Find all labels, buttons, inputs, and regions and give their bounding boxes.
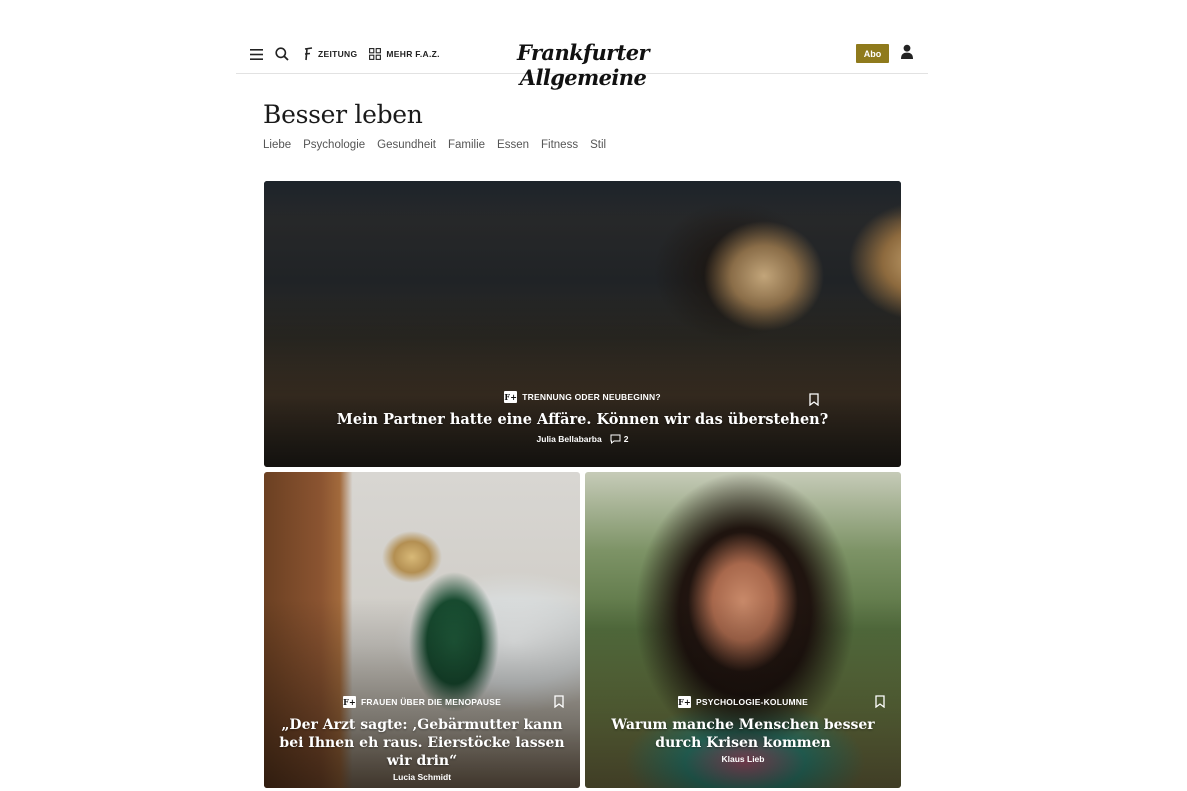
article-card-psychologie[interactable]: F+ PSYCHOLOGIE-KOLUMNE Warum manche Mens…: [585, 472, 901, 788]
bookmark-icon[interactable]: [809, 393, 819, 411]
subnav-item-essen[interactable]: Essen: [497, 139, 529, 151]
article-headline[interactable]: Mein Partner hatte eine Affäre. Können w…: [264, 411, 901, 428]
article-kicker: F+ FRAUEN ÜBER DIE MENOPAUSE: [274, 696, 570, 708]
mehr-label: MEHR F.A.Z.: [386, 49, 440, 59]
subnav-item-liebe[interactable]: Liebe: [263, 139, 291, 151]
zeitung-label: ZEITUNG: [318, 49, 358, 59]
comments-count[interactable]: 2: [610, 434, 629, 444]
fplus-badge-icon: F+: [504, 391, 518, 403]
mehr-faz-link[interactable]: MEHR F.A.Z.: [369, 48, 439, 60]
comment-icon: [610, 434, 621, 444]
fplus-badge-icon: F+: [343, 696, 357, 708]
menu-icon[interactable]: [250, 48, 263, 60]
section-subnav: Liebe Psychologie Gesundheit Familie Ess…: [263, 139, 618, 151]
article-overlay: F+ PSYCHOLOGIE-KOLUMNE Warum manche Mens…: [585, 696, 901, 764]
faz-f-icon: [303, 47, 313, 61]
article-headline[interactable]: Warum manche Menschen besser durch Krise…: [595, 716, 891, 752]
article-overlay: F+ FRAUEN ÜBER DIE MENOPAUSE „Der Arzt s…: [264, 696, 580, 782]
fplus-badge-icon: F+: [678, 696, 692, 708]
comments-number: 2: [623, 434, 629, 444]
grid-icon: [369, 48, 382, 60]
abo-button[interactable]: Abo: [856, 44, 889, 63]
user-icon[interactable]: [900, 44, 914, 60]
kicker-text: PSYCHOLOGIE-KOLUMNE: [696, 697, 808, 707]
subnav-item-psychologie[interactable]: Psychologie: [303, 139, 365, 151]
subnav-item-gesundheit[interactable]: Gesundheit: [377, 139, 436, 151]
article-card-menopause[interactable]: F+ FRAUEN ÜBER DIE MENOPAUSE „Der Arzt s…: [264, 472, 580, 788]
article-overlay: F+ TRENNUNG ODER NEUBEGINN? Mein Partner…: [264, 391, 901, 444]
page-title: Besser leben: [263, 100, 423, 129]
author-name[interactable]: Lucia Schmidt: [393, 772, 451, 782]
bookmark-icon[interactable]: [554, 695, 564, 713]
article-headline[interactable]: „Der Arzt sagte: ‚Gebärmutter kann bei I…: [274, 716, 570, 770]
zeitung-link[interactable]: ZEITUNG: [303, 47, 357, 61]
subnav-item-stil[interactable]: Stil: [590, 139, 606, 151]
article-byline: Julia Bellabarba 2: [264, 434, 901, 444]
author-name[interactable]: Julia Bellabarba: [537, 434, 602, 444]
search-icon[interactable]: [275, 47, 289, 61]
site-logo[interactable]: Frankfurter Allgemeine: [494, 40, 672, 90]
bookmark-icon[interactable]: [875, 695, 885, 713]
site-header: ZEITUNG MEHR F.A.Z. Frankfurter Allgemei…: [236, 34, 928, 90]
subnav-item-fitness[interactable]: Fitness: [541, 139, 578, 151]
article-kicker: F+ TRENNUNG ODER NEUBEGINN?: [264, 391, 901, 403]
author-name[interactable]: Klaus Lieb: [722, 754, 765, 764]
article-kicker: F+ PSYCHOLOGIE-KOLUMNE: [595, 696, 891, 708]
header-left-nav: ZEITUNG MEHR F.A.Z.: [250, 44, 452, 64]
kicker-text: TRENNUNG ODER NEUBEGINN?: [522, 392, 661, 402]
kicker-text: FRAUEN ÜBER DIE MENOPAUSE: [361, 697, 501, 707]
article-byline: Lucia Schmidt: [274, 772, 570, 782]
article-card-hero[interactable]: F+ TRENNUNG ODER NEUBEGINN? Mein Partner…: [264, 181, 901, 467]
subnav-item-familie[interactable]: Familie: [448, 139, 485, 151]
article-byline: Klaus Lieb: [595, 754, 891, 764]
